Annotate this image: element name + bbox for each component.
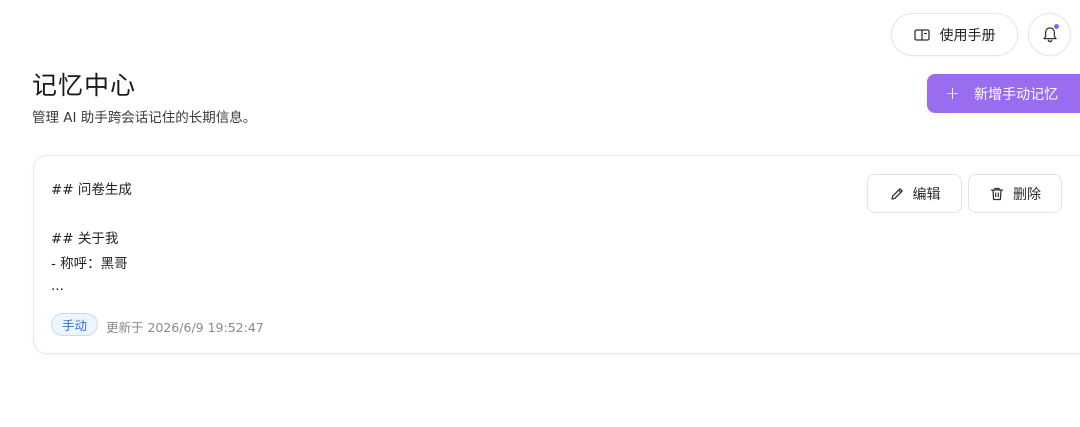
user-manual-button[interactable]: 使用手册 <box>891 13 1018 56</box>
page-title: 记忆中心 <box>32 71 137 100</box>
notification-dot <box>1054 24 1059 29</box>
page-subtitle: 管理 AI 助手跨会话记住的长期信息。 <box>32 110 257 126</box>
source-tag: 手动 <box>51 313 99 336</box>
updated-timestamp: 更新于 2026/6/9 19:52:47 <box>106 320 264 335</box>
user-manual-label: 使用手册 <box>939 27 996 44</box>
add-manual-memory-button[interactable]: + 新增手动记忆 <box>927 74 1080 113</box>
memory-card: ## 问卷生成 ## 关于我 - 称呼：黑哥 ... 编辑 删除 手动 更新于 … <box>33 155 1080 354</box>
memory-center-page: 使用手册 记忆中心 管理 AI 助手跨会话记住的长期信息。 + 新增手动记忆 #… <box>0 0 1080 427</box>
memory-content-line: ## 关于我 <box>51 231 119 247</box>
plus-icon: + <box>945 82 961 104</box>
add-manual-memory-label: 新增手动记忆 <box>974 86 1059 103</box>
notifications-button[interactable] <box>1028 13 1071 56</box>
trash-icon <box>989 186 1005 202</box>
edit-button[interactable]: 编辑 <box>867 174 962 213</box>
delete-label: 删除 <box>1013 186 1041 203</box>
delete-button[interactable]: 删除 <box>968 174 1062 213</box>
memory-content-line: - 称呼：黑哥 <box>51 256 128 272</box>
memory-content-line: ... <box>51 278 64 294</box>
book-icon <box>913 28 930 42</box>
edit-label: 编辑 <box>912 186 941 203</box>
memory-content-line: ## 问卷生成 <box>51 182 132 198</box>
pencil-icon <box>889 186 905 202</box>
